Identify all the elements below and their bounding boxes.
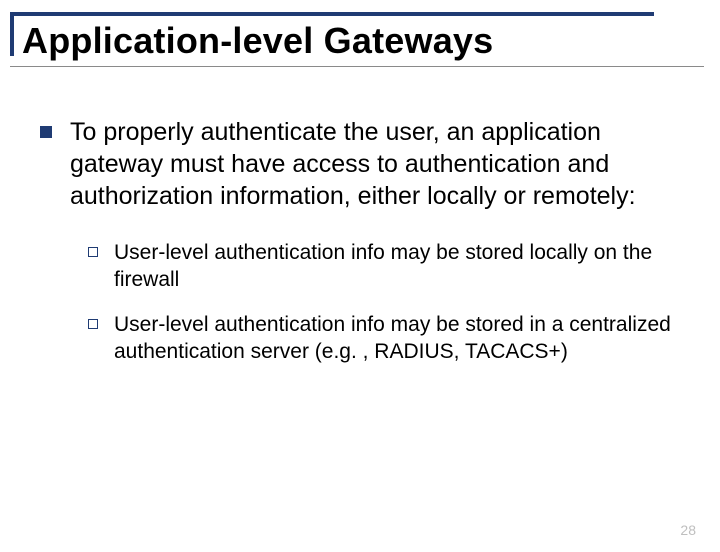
list-item: User-level authentication info may be st… <box>88 240 680 294</box>
title-rule-top <box>10 12 654 16</box>
page-number: 28 <box>680 522 696 538</box>
bullet-text: User-level authentication info may be st… <box>114 312 680 366</box>
title-block: Application-level Gateways <box>0 12 720 76</box>
slide-title: Application-level Gateways <box>22 20 493 62</box>
bullet-text: User-level authentication info may be st… <box>114 240 680 294</box>
bullet-text: To properly authenticate the user, an ap… <box>70 116 680 212</box>
square-bullet-icon <box>40 126 52 138</box>
slide-body: To properly authenticate the user, an ap… <box>0 76 720 366</box>
slide: Application-level Gateways To properly a… <box>0 12 720 552</box>
list-item: To properly authenticate the user, an ap… <box>40 116 680 212</box>
title-rule-left <box>10 12 14 56</box>
square-outline-bullet-icon <box>88 319 98 329</box>
square-outline-bullet-icon <box>88 247 98 257</box>
list-item: User-level authentication info may be st… <box>88 312 680 366</box>
title-rule-bottom <box>10 66 704 67</box>
